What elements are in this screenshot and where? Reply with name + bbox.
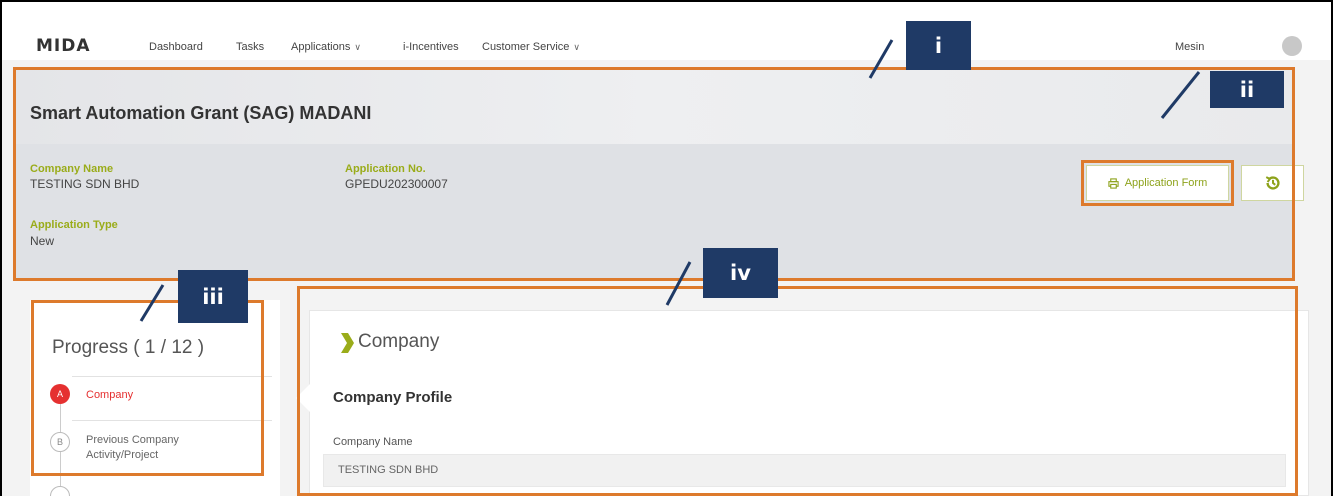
annotation-badge-iii: iii [178,270,248,323]
annotation-badge-i: i [906,21,971,70]
annotation-badge-iv: iv [703,248,778,298]
annotation-leader-lines [139,39,1201,322]
annotation-badge-ii: ii [1210,71,1284,108]
